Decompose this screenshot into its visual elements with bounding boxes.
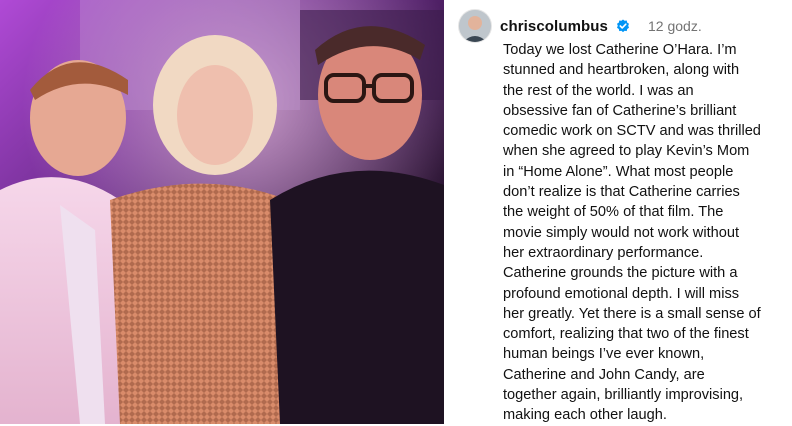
avatar[interactable] — [458, 9, 492, 43]
group-photo-image — [0, 0, 444, 424]
caption-pane: chriscolumbus 12 godz. Today we lost Cat… — [444, 0, 792, 424]
post-caption: Today we lost Catherine O’Hara. I’m stun… — [503, 42, 761, 424]
post-photo[interactable] — [0, 0, 444, 424]
verified-badge-icon — [616, 19, 630, 33]
post-timestamp[interactable]: 12 godz. — [648, 18, 702, 34]
username-link[interactable]: chriscolumbus — [500, 18, 608, 35]
instagram-post: chriscolumbus 12 godz. Today we lost Cat… — [0, 0, 792, 424]
post-header: chriscolumbus 12 godz. — [458, 8, 780, 44]
